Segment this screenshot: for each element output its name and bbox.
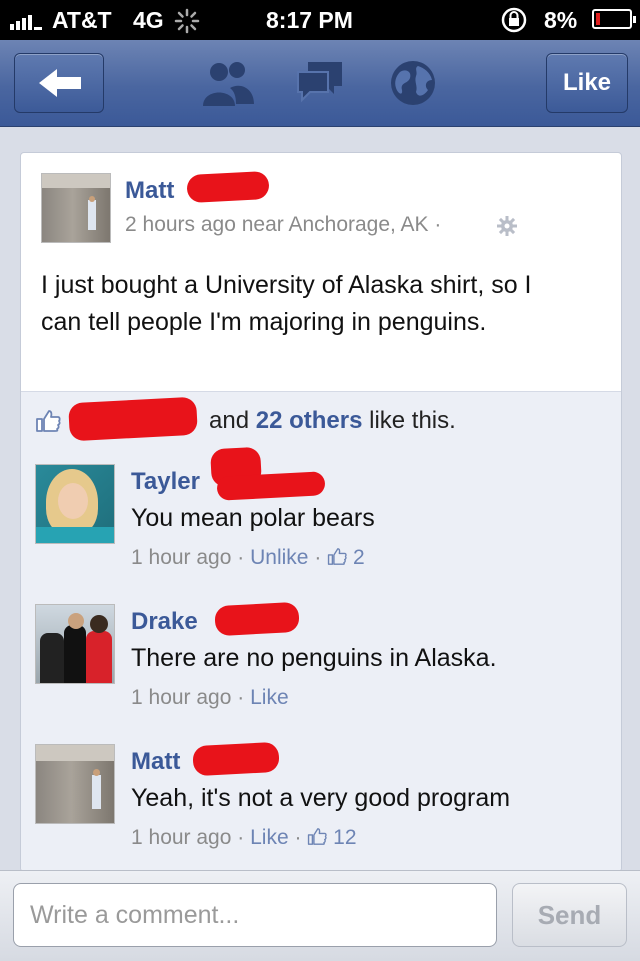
messages-icon[interactable]: [294, 58, 346, 108]
activity-spinner-icon: [174, 8, 200, 34]
rotation-lock-icon: [501, 7, 527, 33]
post-author-name[interactable]: Matt: [125, 177, 174, 205]
post-text-line: I just bought a University of Alaska shi…: [41, 271, 532, 299]
send-button[interactable]: Send: [512, 883, 627, 947]
like-page-label: Like: [562, 69, 612, 96]
like-link[interactable]: Like: [250, 686, 289, 709]
signal-icon: [10, 12, 50, 30]
unlike-link[interactable]: Unlike: [250, 546, 308, 569]
avatar[interactable]: [35, 604, 115, 684]
comment-composer: Send: [0, 870, 640, 961]
likes-suffix: like this.: [369, 407, 456, 434]
network-label: 4G: [133, 7, 164, 33]
comment-like-count[interactable]: 12: [333, 826, 356, 849]
gear-icon[interactable]: [497, 216, 517, 236]
likes-others-link[interactable]: 22 others: [256, 407, 363, 434]
comment-author-name[interactable]: Drake: [131, 608, 198, 636]
comment-item: Drake There are no penguins in Alaska. 1…: [21, 590, 621, 731]
redaction-mark: [214, 601, 300, 637]
thumbs-up-icon: [36, 410, 61, 432]
meta-separator: ·: [294, 826, 302, 849]
redaction-mark: [216, 471, 326, 501]
comment-input[interactable]: [13, 883, 497, 947]
back-arrow-icon: [39, 69, 81, 97]
comment-text: There are no penguins in Alaska.: [131, 644, 497, 672]
comment-meta: 1 hour ago · Unlike · 2: [131, 546, 365, 570]
avatar[interactable]: [41, 173, 111, 243]
carrier-label: AT&T: [52, 7, 112, 33]
avatar[interactable]: [35, 464, 115, 544]
comment-meta: 1 hour ago · Like: [131, 686, 289, 710]
comment-author-name[interactable]: Matt: [131, 748, 180, 776]
redaction-mark: [192, 741, 280, 777]
meta-separator: ·: [314, 546, 322, 569]
redaction-mark: [186, 170, 270, 204]
like-link[interactable]: Like: [250, 826, 289, 849]
thumbs-up-icon: [308, 828, 327, 845]
comment-like-count[interactable]: 2: [353, 546, 365, 569]
comment-text: You mean polar bears: [131, 504, 375, 532]
comment-time: 1 hour ago: [131, 546, 232, 569]
comment-time: 1 hour ago: [131, 826, 232, 849]
post-card: Matt 2 hours ago near Anchorage, AK · I …: [20, 152, 622, 872]
meta-separator: ·: [237, 826, 245, 849]
battery-icon: [592, 9, 636, 29]
comment-meta: 1 hour ago · Like · 12: [131, 826, 357, 850]
likes-summary[interactable]: and 22 others like this.: [21, 391, 621, 451]
back-button[interactable]: [14, 53, 104, 113]
comment-item: Tayler You mean polar bears 1 hour ago ·…: [21, 446, 621, 591]
likes-text: and 22 others like this.: [209, 407, 456, 435]
likes-and: and: [209, 407, 250, 434]
post-meta: 2 hours ago near Anchorage, AK ·: [125, 213, 441, 237]
post-text-line: can tell people I'm majoring in penguins…: [41, 308, 487, 336]
comment-text: Yeah, it's not a very good program: [131, 784, 511, 812]
navigation-bar: Like: [0, 40, 640, 127]
post-timestamp-location: 2 hours ago near Anchorage, AK: [125, 213, 429, 236]
thumbs-up-icon: [328, 548, 347, 565]
avatar[interactable]: [35, 744, 115, 824]
meta-separator: ·: [237, 546, 245, 569]
globe-icon[interactable]: [388, 58, 438, 108]
comment-author-name[interactable]: Tayler: [131, 468, 200, 496]
comment-item: Matt Yeah, it's not a very good program …: [21, 730, 621, 871]
post-text: I just bought a University of Alaska shi…: [41, 267, 606, 341]
comment-time: 1 hour ago: [131, 686, 232, 709]
battery-percent: 8%: [544, 7, 578, 33]
meta-separator: ·: [434, 213, 442, 236]
redaction-mark: [68, 396, 198, 442]
status-bar: AT&T 4G 8:17 PM 8%: [0, 0, 640, 40]
like-page-button[interactable]: Like: [546, 53, 628, 113]
meta-separator: ·: [237, 686, 245, 709]
friends-icon[interactable]: [200, 58, 254, 108]
clock: 8:17 PM: [266, 7, 353, 33]
